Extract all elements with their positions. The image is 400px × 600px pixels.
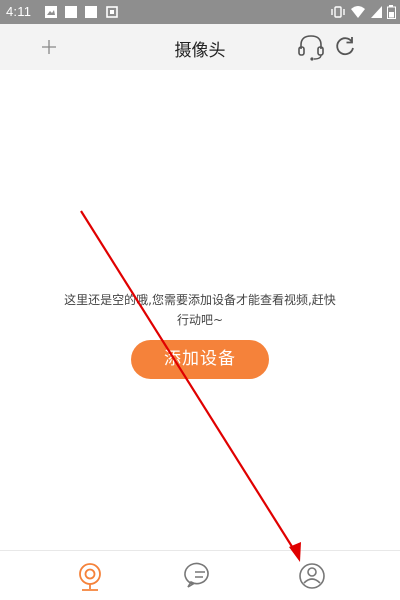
add-device-button[interactable]: 添加设备 [131, 340, 269, 379]
file-notification-icon [106, 6, 118, 18]
bottom-nav [0, 550, 400, 600]
status-time: 4:11 [6, 4, 32, 19]
app-notification-icon-2 [85, 6, 97, 18]
headset-icon[interactable] [296, 33, 326, 61]
app-bar: 摄像头 [0, 24, 400, 70]
vibrate-icon [331, 6, 345, 18]
status-bar: 4:11 [0, 0, 400, 24]
screen: 4:11 摄像头 这里还是空的哦,您需要添加设备才能查看视频,赶快行动吧~ 添加… [0, 0, 400, 600]
refresh-icon[interactable] [334, 35, 356, 57]
message-icon[interactable] [180, 559, 220, 595]
signal-icon [371, 6, 382, 18]
battery-icon [387, 5, 396, 19]
empty-state-message: 这里还是空的哦,您需要添加设备才能查看视频,赶快行动吧~ [64, 293, 336, 327]
status-icons [330, 3, 396, 21]
wifi-icon [351, 6, 365, 18]
profile-icon[interactable] [292, 559, 332, 595]
camera-icon[interactable] [70, 559, 110, 595]
gallery-notification-icon [45, 6, 57, 18]
app-notification-icon [65, 6, 77, 18]
